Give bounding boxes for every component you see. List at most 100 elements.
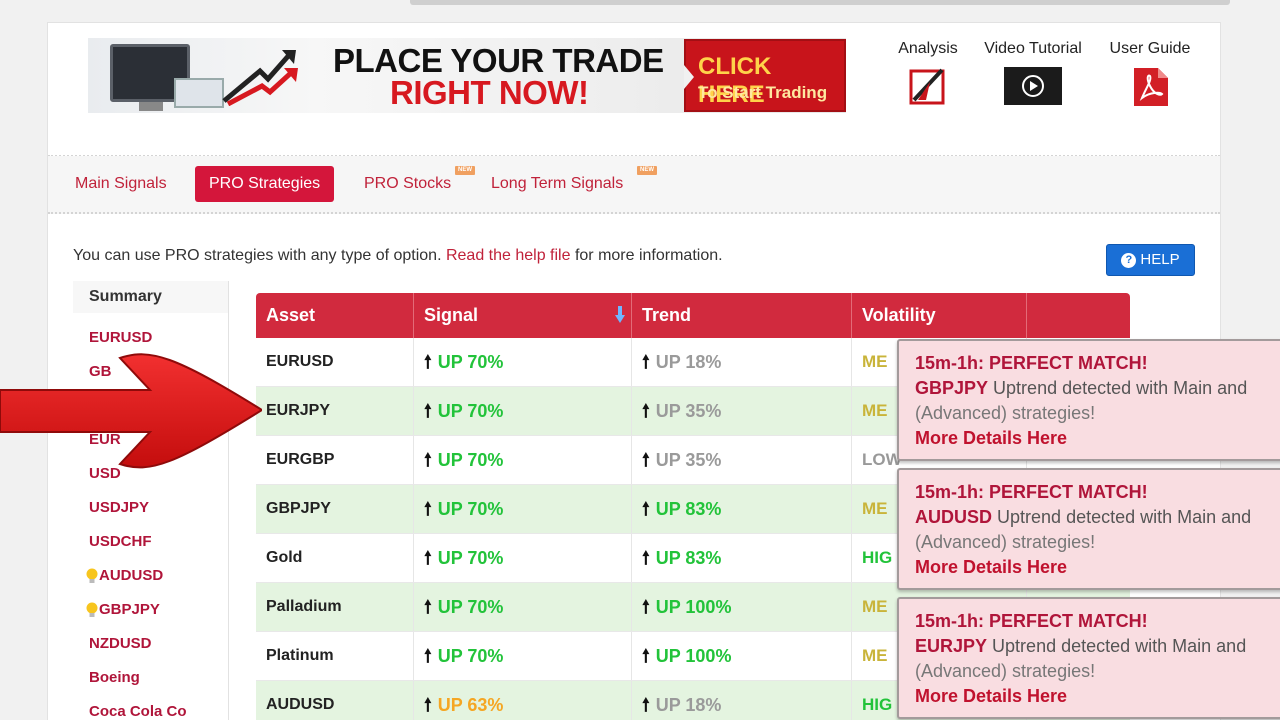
cell-signal: 🠕 UP 63%	[414, 681, 632, 720]
new-badge-pro-stocks: NEW	[455, 166, 475, 175]
cell-signal: 🠕 UP 70%	[414, 632, 632, 680]
help-label: HELP	[1140, 251, 1180, 268]
cell-asset: Platinum	[256, 632, 414, 680]
signal-value: UP 70%	[437, 352, 504, 372]
cell-signal: 🠕 UP 70%	[414, 534, 632, 582]
up-arrow-icon: 🠕	[642, 597, 650, 617]
play-video-icon	[1004, 67, 1062, 105]
cell-signal: 🠕 UP 70%	[414, 338, 632, 386]
sidebar-item-label: Coca Cola Co	[89, 703, 187, 720]
divider-tabs	[48, 212, 1220, 214]
cta-line-2: To Start Trading	[698, 83, 828, 102]
notification-asset: AUDUSD	[915, 507, 993, 527]
summary-sidebar: Summary EURUSD GB EUR USD USDJPY USDCHF AUDUSD…	[73, 281, 229, 720]
top-strip	[410, 0, 1230, 5]
tab-pro-strategies[interactable]: PRO Strategies	[195, 166, 335, 202]
up-arrow-icon: 🠕	[642, 646, 650, 666]
more-details-link[interactable]: More Details Here	[915, 555, 1280, 580]
sidebar-item[interactable]: NZDUSD	[89, 635, 152, 652]
info-suffix: for more information.	[574, 247, 723, 264]
notification-line2: Uptrend detected with Main and	[992, 636, 1247, 656]
header-volatility[interactable]: Volatility	[852, 293, 1027, 338]
trend-value: UP 35%	[655, 401, 722, 421]
cell-trend: 🠕 UP 100%	[632, 632, 852, 680]
trend-value: UP 100%	[655, 597, 732, 617]
cell-asset: EURJPY	[256, 387, 414, 435]
up-arrow-icon: 🠕	[642, 401, 650, 421]
cell-asset: AUDUSD	[256, 681, 414, 720]
tab-pro-stocks[interactable]: PRO Stocks	[350, 166, 465, 202]
sidebar-item-label: Boeing	[89, 669, 140, 686]
perfect-match-notification[interactable]: 15m-1h: PERFECT MATCH! GBPJPY Uptrend det…	[897, 339, 1280, 461]
signal-value: UP 70%	[437, 401, 504, 421]
analysis-link[interactable]: Analysis	[893, 40, 963, 106]
sidebar-item-label: USDJPY	[89, 499, 150, 516]
pdf-icon	[1134, 68, 1168, 106]
up-arrow-icon: 🠕	[424, 499, 432, 519]
cell-signal: 🠕 UP 70%	[414, 387, 632, 435]
header-signal-label: Signal	[424, 305, 479, 325]
trend-value: UP 18%	[655, 352, 722, 372]
analysis-icon	[909, 68, 945, 105]
cell-trend: 🠕 UP 18%	[632, 681, 852, 720]
sidebar-item[interactable]: EURUSD	[89, 329, 152, 346]
video-tutorial-link[interactable]: Video Tutorial	[975, 40, 1091, 106]
banner-headline-2: RIGHT NOW!	[390, 74, 589, 111]
header-trend[interactable]: Trend	[632, 293, 852, 338]
cell-signal: 🠕 UP 70%	[414, 436, 632, 484]
notification-message: AUDUSD Uptrend detected with Main and	[915, 505, 1280, 530]
trend-value: UP 35%	[655, 450, 722, 470]
header-signal[interactable]: Signal	[414, 293, 632, 338]
more-details-link[interactable]: More Details Here	[915, 426, 1280, 451]
sidebar-title: Summary	[73, 281, 228, 313]
up-arrow-icon: 🠕	[424, 548, 432, 568]
cell-asset: EURGBP	[256, 436, 414, 484]
tab-main-signals[interactable]: Main Signals	[61, 166, 181, 202]
perfect-match-notification[interactable]: 15m-1h: PERFECT MATCH! EURJPY Uptrend det…	[897, 597, 1280, 719]
help-file-link[interactable]: Read the help file	[446, 247, 571, 264]
cell-trend: 🠕 UP 83%	[632, 485, 852, 533]
user-guide-label: User Guide	[1109, 40, 1191, 57]
cell-trend: 🠕 UP 35%	[632, 436, 852, 484]
notification-asset: GBPJPY	[915, 378, 989, 398]
analysis-label: Analysis	[898, 40, 958, 57]
header-asset[interactable]: Asset	[256, 293, 414, 338]
cell-asset: Palladium	[256, 583, 414, 631]
sidebar-item[interactable]: Coca Cola Co	[89, 703, 187, 720]
trend-arrows-icon	[222, 50, 298, 106]
start-trading-button[interactable]: CLICK HERE To Start Trading	[684, 39, 846, 112]
sidebar-item[interactable]: AUDUSD	[86, 567, 164, 584]
notification-title: 15m-1h: PERFECT MATCH!	[915, 611, 1148, 631]
sidebar-item[interactable]: USDJPY	[89, 499, 149, 516]
notification-line3: (Advanced) strategies!	[915, 661, 1096, 681]
sidebar-item[interactable]: USDCHF	[89, 533, 152, 550]
notification-message: EURJPY Uptrend detected with Main and	[915, 634, 1280, 659]
up-arrow-icon: 🠕	[642, 352, 650, 372]
perfect-match-notification[interactable]: 15m-1h: PERFECT MATCH! AUDUSD Uptrend det…	[897, 468, 1280, 590]
up-arrow-icon: 🠕	[424, 695, 432, 715]
up-arrow-icon: 🠕	[642, 499, 650, 519]
sidebar-item-label: USDCHF	[89, 533, 152, 550]
more-details-link[interactable]: More Details Here	[915, 684, 1280, 709]
trade-banner[interactable]: PLACE YOUR TRADE RIGHT NOW! CLICK HERE T…	[88, 38, 846, 113]
up-arrow-icon: 🠕	[424, 352, 432, 372]
up-arrow-icon: 🠕	[424, 401, 432, 421]
cell-asset: EURUSD	[256, 338, 414, 386]
notification-line2: Uptrend detected with Main and	[997, 507, 1252, 527]
notification-title: 15m-1h: PERFECT MATCH!	[915, 353, 1148, 373]
sidebar-item-label: AUDUSD	[99, 567, 164, 584]
sidebar-item[interactable]: GBPJPY	[86, 601, 160, 618]
up-arrow-icon: 🠕	[642, 450, 650, 470]
trend-value: UP 18%	[655, 695, 722, 715]
tab-long-term-signals[interactable]: Long Term Signals	[477, 166, 637, 202]
notification-title: 15m-1h: PERFECT MATCH!	[915, 482, 1148, 502]
cell-trend: 🠕 UP 18%	[632, 338, 852, 386]
signal-value: UP 70%	[437, 499, 504, 519]
sidebar-item[interactable]: Boeing	[89, 669, 140, 686]
notification-message: GBPJPY Uptrend detected with Main and	[915, 376, 1280, 401]
user-guide-link[interactable]: User Guide	[1103, 40, 1197, 108]
up-arrow-icon: 🠕	[424, 597, 432, 617]
help-button[interactable]: ? HELP	[1106, 244, 1195, 276]
cell-signal: 🠕 UP 70%	[414, 485, 632, 533]
signal-value: UP 70%	[437, 646, 504, 666]
